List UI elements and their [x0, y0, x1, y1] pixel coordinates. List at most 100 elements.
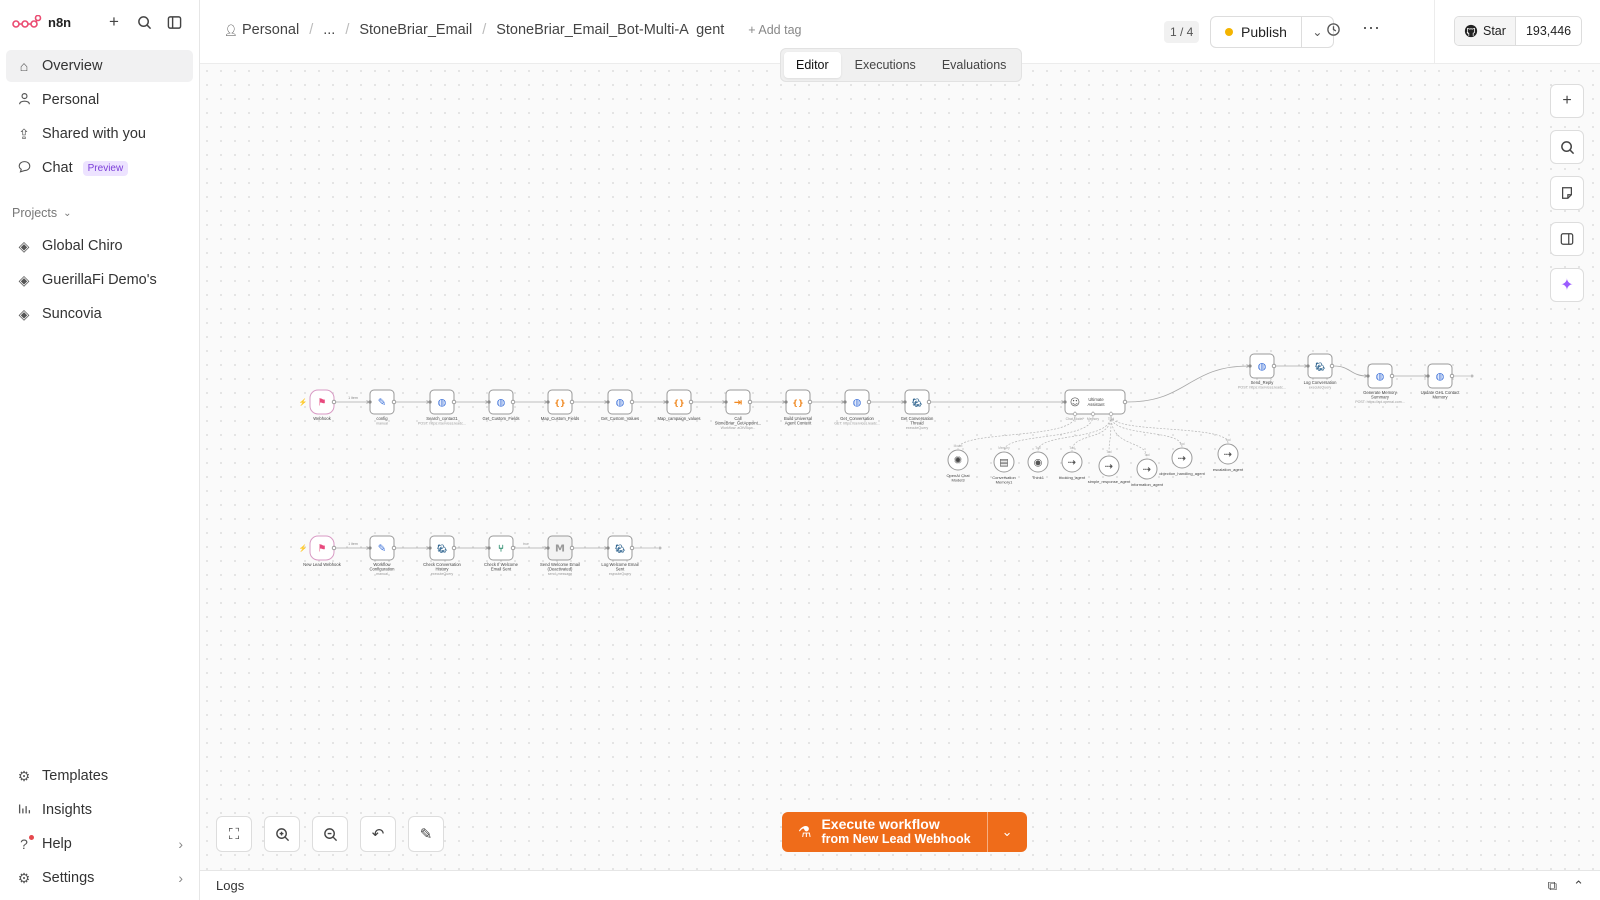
- node-output-port[interactable]: [629, 399, 635, 405]
- node-output-port[interactable]: [569, 399, 575, 405]
- node-output-port[interactable]: [866, 399, 872, 405]
- node-output-port[interactable]: [331, 399, 337, 405]
- history-icon[interactable]: [1326, 22, 1341, 41]
- sub-node[interactable]: ▤ConversationMemory1: [992, 451, 1016, 485]
- sub-node-connection[interactable]: [1110, 415, 1183, 448]
- ai-assistant-button[interactable]: ✦: [1550, 268, 1584, 302]
- tidy-up-button[interactable]: ✎: [408, 816, 444, 852]
- zoom-out-button[interactable]: [312, 816, 348, 852]
- node-output-port[interactable]: [1389, 373, 1395, 379]
- github-star-button[interactable]: Star: [1455, 17, 1516, 45]
- node-output-port[interactable]: [1329, 363, 1335, 369]
- workflow-node[interactable]: ◍Generate MemorySummaryPOST: https://api…: [1355, 363, 1405, 404]
- toggle-panel-button[interactable]: [1550, 222, 1584, 256]
- node-output-port[interactable]: [331, 545, 337, 551]
- chevron-up-icon[interactable]: ⌃: [1573, 878, 1584, 894]
- workflow-node[interactable]: 🐘︎Get ConversationThreadexecuteQuery: [901, 389, 934, 430]
- search-icon[interactable]: [131, 9, 157, 35]
- workflow-node[interactable]: ◍ Get_ConversationGET: https://services.l…: [834, 389, 880, 426]
- node-output-port[interactable]: [391, 399, 397, 405]
- workflow-node[interactable]: ◍Update GHL ContactMemory: [1421, 363, 1461, 400]
- add-tag-button[interactable]: + Add tag: [748, 23, 801, 37]
- node-output-port[interactable]: [658, 546, 662, 550]
- sub-node-connection[interactable]: [1003, 415, 1094, 452]
- more-options-icon[interactable]: ⋯: [1362, 18, 1380, 39]
- workflow-canvas[interactable]: ⚑ ⚡ Webhook ✎ config manual ◍ Search_contact1 PO…: [200, 64, 1600, 870]
- plus-icon[interactable]: +: [101, 9, 127, 35]
- workflow-node[interactable]: ◍ Search_contact1POST: https://services.l…: [418, 389, 466, 426]
- tab-editor[interactable]: Editor: [784, 52, 841, 78]
- project-item-suncovia[interactable]: ◈ Suncovia: [6, 298, 193, 330]
- connection[interactable]: [1126, 365, 1250, 403]
- nav-item-templates[interactable]: ⚙ Templates: [6, 760, 193, 792]
- workflow-node[interactable]: ✎WorkflowConfigurationmanual: [368, 535, 397, 576]
- execute-dropdown-button[interactable]: ⌄: [986, 812, 1027, 852]
- github-star-widget[interactable]: Star 193,446: [1454, 16, 1583, 46]
- sub-node[interactable]: ◉ Think1: [1027, 451, 1049, 480]
- workflow-node[interactable]: ⚑ ⚡ Webhook: [299, 389, 337, 421]
- nav-item-shared[interactable]: ⇪ Shared with you: [6, 118, 193, 150]
- node-output-port[interactable]: [391, 545, 397, 551]
- node-output-port[interactable]: [1122, 399, 1128, 405]
- sub-node[interactable]: ✺OpenAI ChatModel3: [946, 449, 970, 483]
- project-item-global-chiro[interactable]: ◈ Global Chiro: [6, 230, 193, 262]
- ai-agent-node[interactable]: ☺ UltimateAssistant: [1063, 389, 1128, 415]
- breadcrumb-ellipsis[interactable]: ...: [323, 22, 335, 38]
- undo-button[interactable]: ↶: [360, 816, 396, 852]
- tab-evaluations[interactable]: Evaluations: [930, 52, 1019, 78]
- workflow-node[interactable]: {}Build UniversalAgent Context: [784, 389, 813, 426]
- search-nodes-button[interactable]: [1550, 130, 1584, 164]
- sub-node[interactable]: ⇢ simple_response_agent: [1088, 455, 1131, 484]
- node-output-port[interactable]: [807, 399, 813, 405]
- node-output-port[interactable]: [569, 545, 575, 551]
- sub-node-connection[interactable]: [957, 415, 1076, 450]
- node-output-port[interactable]: [1449, 373, 1455, 379]
- node-output-port[interactable]: [688, 399, 694, 405]
- workflow-node[interactable]: ⑂Check If WelcomeEmail Sent: [484, 535, 519, 572]
- workflow-node[interactable]: 🐘︎Log Welcome EmailSentexecuteQuery: [601, 535, 639, 576]
- workflow-node[interactable]: 🐘︎ Log ConversationexecuteQuery: [1304, 353, 1337, 390]
- connection[interactable]: [1333, 365, 1368, 377]
- node-output-port[interactable]: [926, 399, 932, 405]
- zoom-in-button[interactable]: [264, 816, 300, 852]
- version-indicator[interactable]: 1 / 4: [1164, 21, 1200, 43]
- workflow-node[interactable]: {} Map_Custom_Fields: [541, 389, 579, 421]
- projects-header[interactable]: Projects ⌄: [0, 200, 199, 226]
- sub-node[interactable]: ⇢ objection_handling_agent: [1159, 447, 1206, 476]
- nav-item-overview[interactable]: ⌂ Overview: [6, 50, 193, 82]
- sub-node-connection[interactable]: [1110, 415, 1148, 459]
- sub-node-connection[interactable]: [1071, 415, 1112, 452]
- sub-node[interactable]: ⇢ escalation_agent: [1213, 443, 1244, 472]
- add-node-button[interactable]: +: [1550, 84, 1584, 118]
- tab-executions[interactable]: Executions: [843, 52, 928, 78]
- node-output-port[interactable]: [1271, 363, 1277, 369]
- workflow-node[interactable]: ✎ configmanual: [368, 389, 397, 426]
- project-item-guerillafi[interactable]: ◈ GuerillaFi Demo's: [6, 264, 193, 296]
- node-output-port[interactable]: [451, 545, 457, 551]
- nav-item-help[interactable]: ? Help ›: [6, 828, 193, 860]
- workflow-node[interactable]: MSend Welcome Email(Deactivated)send: me…: [540, 535, 580, 576]
- nav-item-personal[interactable]: Personal: [6, 84, 193, 116]
- workflow-node[interactable]: ◍ Get_Custom_Values: [601, 389, 639, 421]
- node-output-port[interactable]: [510, 399, 516, 405]
- sub-node-connection[interactable]: [1110, 415, 1229, 444]
- execute-workflow-button[interactable]: ⚗ Execute workflow from New Lead Webhook: [782, 812, 987, 852]
- workflow-node[interactable]: 🐘︎Check ConversationHistoryexecuteQuery: [423, 535, 462, 576]
- node-output-port[interactable]: [451, 399, 457, 405]
- sidebar-toggle-icon[interactable]: [161, 9, 187, 35]
- popout-icon[interactable]: ⧉: [1548, 878, 1557, 894]
- fit-view-button[interactable]: ⛶: [216, 816, 252, 852]
- workflow-graph[interactable]: ⚑⚡Webhook ✎configmanual ◍Search_contact1PO…: [200, 64, 1600, 870]
- nav-item-settings[interactable]: ⚙ Settings ›: [6, 862, 193, 894]
- logo[interactable]: n8n: [12, 15, 97, 30]
- sub-node[interactable]: ⇢ booking_agent: [1059, 451, 1086, 480]
- workflow-node[interactable]: ⇥CallStoneBriar_GetAppoint...Workflow: a…: [715, 389, 762, 430]
- add-sticky-button[interactable]: [1550, 176, 1584, 210]
- logs-panel-bar[interactable]: Logs ⧉ ⌃: [200, 870, 1600, 900]
- nav-item-chat[interactable]: Chat Preview: [6, 152, 193, 184]
- node-output-port[interactable]: [747, 399, 753, 405]
- workflow-node[interactable]: {} Map_campaign_values: [657, 389, 701, 421]
- workflow-node[interactable]: ◍ Get_Custom_Fields: [482, 389, 520, 421]
- node-output-port[interactable]: [1470, 374, 1474, 378]
- breadcrumb-folder[interactable]: StoneBriar_Email: [359, 22, 472, 38]
